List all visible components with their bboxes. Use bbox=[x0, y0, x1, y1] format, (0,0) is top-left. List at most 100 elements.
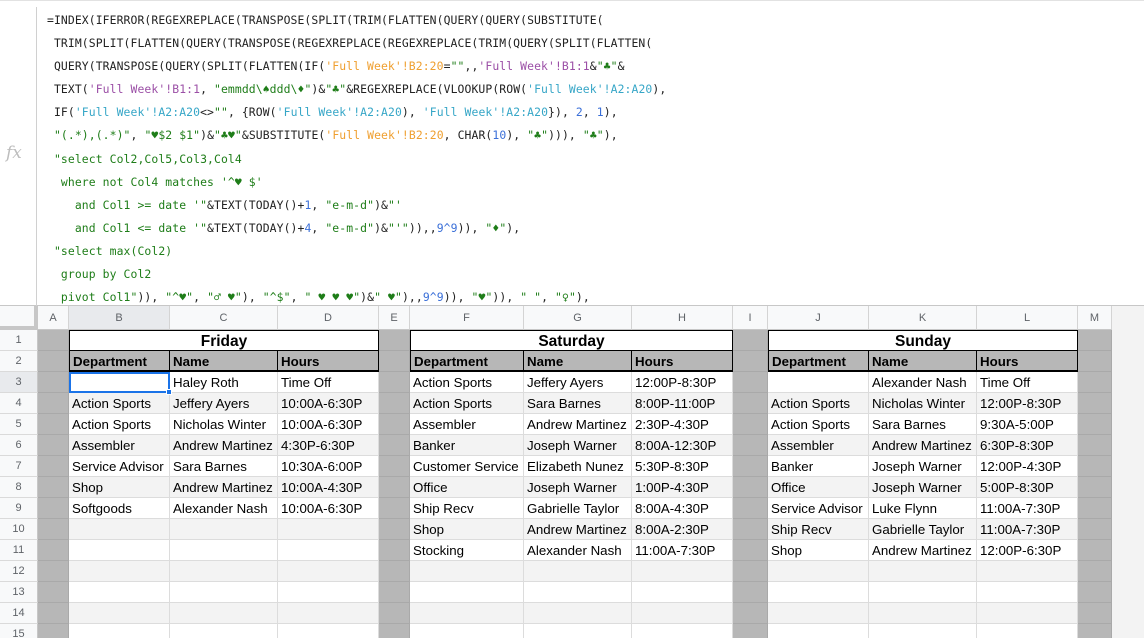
saturday-cell[interactable]: Jeffery Ayers bbox=[524, 372, 632, 393]
sunday-cell[interactable]: 12:00P-8:30P bbox=[977, 393, 1078, 414]
saturday-cell[interactable] bbox=[524, 603, 632, 624]
separator-cell[interactable] bbox=[733, 351, 768, 372]
separator-cell[interactable] bbox=[379, 519, 410, 540]
separator-cell[interactable] bbox=[379, 351, 410, 372]
separator-cell[interactable] bbox=[733, 435, 768, 456]
separator-cell[interactable] bbox=[379, 624, 410, 638]
saturday-header-name[interactable]: Name bbox=[524, 351, 632, 372]
row-header-15[interactable]: 15 bbox=[0, 624, 38, 638]
saturday-header-department[interactable]: Department bbox=[410, 351, 524, 372]
saturday-cell[interactable]: 8:00A-12:30P bbox=[632, 435, 733, 456]
saturday-cell[interactable]: Shop bbox=[410, 519, 524, 540]
friday-cell[interactable] bbox=[69, 540, 170, 561]
separator-cell[interactable] bbox=[38, 561, 69, 582]
separator-cell[interactable] bbox=[1078, 477, 1112, 498]
friday-cell[interactable]: 10:00A-6:30P bbox=[278, 498, 379, 519]
column-header-k[interactable]: K bbox=[869, 306, 977, 330]
sunday-cell[interactable]: 12:00P-4:30P bbox=[977, 456, 1078, 477]
select-all-corner[interactable] bbox=[0, 306, 38, 330]
sunday-cell[interactable] bbox=[977, 561, 1078, 582]
saturday-cell[interactable]: Assembler bbox=[410, 414, 524, 435]
saturday-cell[interactable]: Action Sports bbox=[410, 372, 524, 393]
saturday-cell[interactable]: 8:00A-2:30P bbox=[632, 519, 733, 540]
friday-cell[interactable]: Jeffery Ayers bbox=[170, 393, 278, 414]
friday-cell[interactable]: Andrew Martinez bbox=[170, 477, 278, 498]
saturday-cell[interactable]: Office bbox=[410, 477, 524, 498]
separator-cell[interactable] bbox=[1078, 393, 1112, 414]
saturday-cell[interactable]: 5:30P-8:30P bbox=[632, 456, 733, 477]
separator-cell[interactable] bbox=[733, 393, 768, 414]
friday-cell[interactable]: Nicholas Winter bbox=[170, 414, 278, 435]
separator-cell[interactable] bbox=[733, 540, 768, 561]
sunday-cell[interactable]: 11:00A-7:30P bbox=[977, 519, 1078, 540]
column-header-h[interactable]: H bbox=[632, 306, 733, 330]
saturday-cell[interactable]: 8:00A-4:30P bbox=[632, 498, 733, 519]
separator-cell[interactable] bbox=[38, 477, 69, 498]
saturday-cell[interactable]: Customer Service bbox=[410, 456, 524, 477]
sunday-cell[interactable]: Shop bbox=[768, 540, 869, 561]
sunday-cell[interactable]: Andrew Martinez bbox=[869, 435, 977, 456]
separator-cell[interactable] bbox=[1078, 372, 1112, 393]
friday-cell[interactable] bbox=[278, 561, 379, 582]
friday-cell[interactable] bbox=[278, 624, 379, 638]
separator-cell[interactable] bbox=[38, 393, 69, 414]
sunday-cell[interactable]: Ship Recv bbox=[768, 519, 869, 540]
column-header-i[interactable]: I bbox=[733, 306, 768, 330]
separator-cell[interactable] bbox=[733, 372, 768, 393]
separator-cell[interactable] bbox=[379, 372, 410, 393]
spreadsheet-grid[interactable]: A B C D E F G H I J K L M 1 2 3 4 5 6 7 8 9 10 11 12 13 14 15 Friday… bbox=[0, 306, 1144, 638]
separator-cell[interactable] bbox=[733, 582, 768, 603]
friday-cell[interactable] bbox=[278, 519, 379, 540]
sunday-cell[interactable] bbox=[869, 561, 977, 582]
separator-cell[interactable] bbox=[38, 414, 69, 435]
sunday-cell[interactable]: Action Sports bbox=[768, 393, 869, 414]
sunday-cell[interactable]: Sara Barnes bbox=[869, 414, 977, 435]
sunday-title[interactable]: Sunday bbox=[768, 330, 1078, 351]
saturday-cell[interactable]: Stocking bbox=[410, 540, 524, 561]
sunday-cell[interactable]: Action Sports bbox=[768, 414, 869, 435]
friday-title[interactable]: Friday bbox=[69, 330, 379, 351]
friday-cell[interactable]: Assembler bbox=[69, 435, 170, 456]
separator-cell[interactable] bbox=[733, 603, 768, 624]
sunday-cell[interactable] bbox=[869, 624, 977, 638]
saturday-cell[interactable] bbox=[632, 582, 733, 603]
separator-cell[interactable] bbox=[379, 603, 410, 624]
friday-cell[interactable] bbox=[170, 582, 278, 603]
separator-cell[interactable] bbox=[38, 624, 69, 638]
separator-cell[interactable] bbox=[1078, 519, 1112, 540]
saturday-cell[interactable]: Sara Barnes bbox=[524, 393, 632, 414]
sunday-cell[interactable]: Time Off bbox=[977, 372, 1078, 393]
saturday-cell[interactable]: Andrew Martinez bbox=[524, 519, 632, 540]
row-header-11[interactable]: 11 bbox=[0, 540, 38, 561]
friday-cell[interactable]: Action Sports bbox=[69, 393, 170, 414]
separator-cell[interactable] bbox=[379, 414, 410, 435]
separator-cell[interactable] bbox=[1078, 603, 1112, 624]
saturday-cell[interactable] bbox=[410, 624, 524, 638]
row-header-13[interactable]: 13 bbox=[0, 582, 38, 603]
sunday-cell[interactable]: Joseph Warner bbox=[869, 477, 977, 498]
separator-cell[interactable] bbox=[379, 435, 410, 456]
friday-cell[interactable]: Sara Barnes bbox=[170, 456, 278, 477]
separator-cell[interactable] bbox=[733, 624, 768, 638]
friday-cell[interactable] bbox=[278, 582, 379, 603]
column-header-f[interactable]: F bbox=[410, 306, 524, 330]
saturday-cell[interactable]: Elizabeth Nunez bbox=[524, 456, 632, 477]
saturday-cell[interactable]: Alexander Nash bbox=[524, 540, 632, 561]
saturday-cell[interactable]: Joseph Warner bbox=[524, 435, 632, 456]
column-header-d[interactable]: D bbox=[278, 306, 379, 330]
separator-cell[interactable] bbox=[379, 330, 410, 351]
sunday-header-department[interactable]: Department bbox=[768, 351, 869, 372]
saturday-cell[interactable]: Andrew Martinez bbox=[524, 414, 632, 435]
row-header-10[interactable]: 10 bbox=[0, 519, 38, 540]
separator-cell[interactable] bbox=[733, 456, 768, 477]
separator-cell[interactable] bbox=[1078, 330, 1112, 351]
sunday-cell[interactable] bbox=[768, 582, 869, 603]
selected-cell-b3[interactable] bbox=[69, 372, 170, 393]
separator-cell[interactable] bbox=[38, 435, 69, 456]
separator-cell[interactable] bbox=[38, 456, 69, 477]
friday-cell[interactable] bbox=[170, 561, 278, 582]
friday-cell[interactable] bbox=[69, 624, 170, 638]
friday-cell[interactable]: Time Off bbox=[278, 372, 379, 393]
separator-cell[interactable] bbox=[379, 477, 410, 498]
friday-cell[interactable] bbox=[69, 582, 170, 603]
